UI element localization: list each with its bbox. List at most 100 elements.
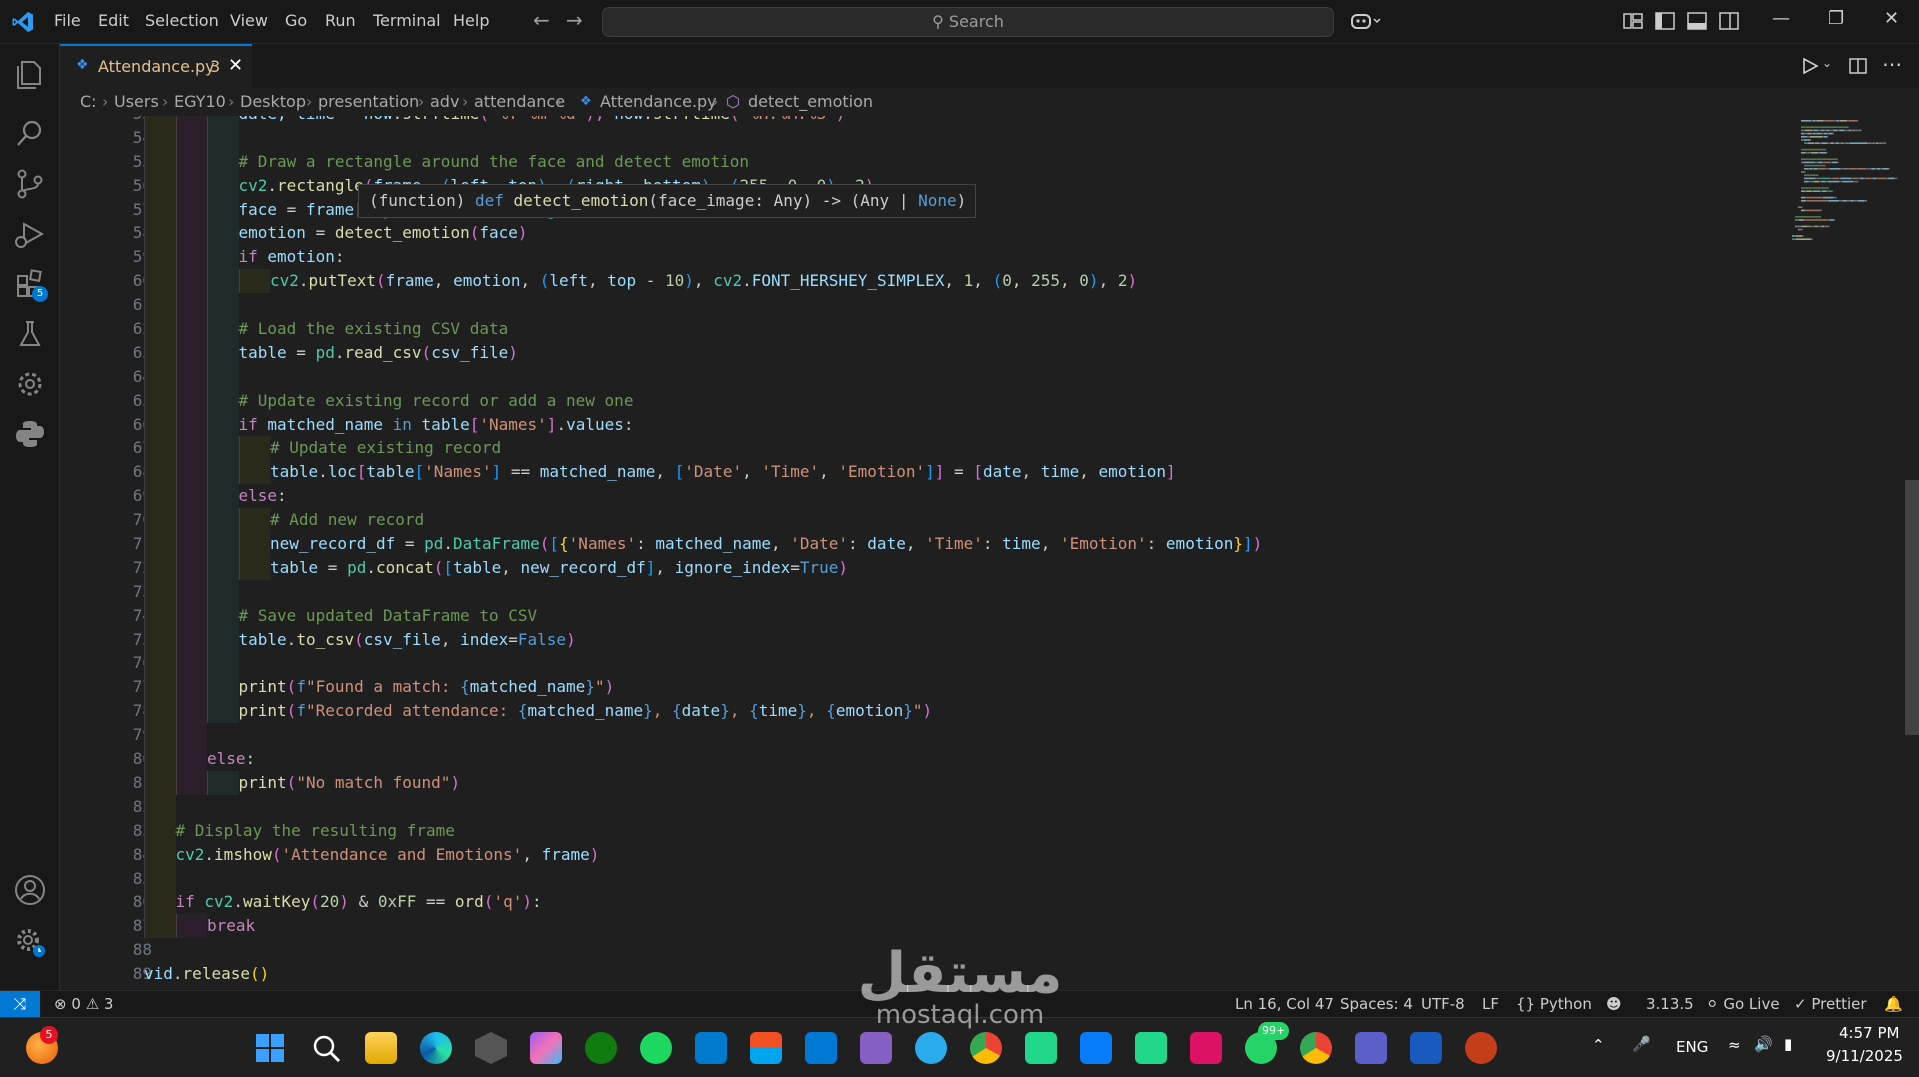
- xbox-icon[interactable]: [585, 1032, 617, 1064]
- start-windows-icon[interactable]: [254, 1032, 286, 1064]
- code-editor[interactable]: 5354 55 56 57 58 59 60 61 62 63 64 65 66 67 68 69 70 71 72…: [60, 116, 1919, 990]
- code-line[interactable]: # Save updated DataFrame to CSV: [144, 603, 1824, 628]
- copilot-status-icon[interactable]: ☻: [1606, 995, 1622, 1013]
- menu-edit[interactable]: Edit: [98, 11, 129, 30]
- app-hexagon-icon[interactable]: [475, 1032, 507, 1064]
- minimap[interactable]: [1790, 116, 1905, 316]
- go-live-button[interactable]: ⚪ Go Live: [1706, 995, 1780, 1013]
- vscode-logo-icon[interactable]: [10, 10, 36, 34]
- code-line[interactable]: # Update existing record or add a new on…: [144, 388, 1824, 413]
- code-line[interactable]: if emotion:: [144, 245, 1824, 270]
- azure-data-studio-icon[interactable]: [805, 1032, 837, 1064]
- crumb-adv[interactable]: adv: [430, 88, 459, 116]
- vscode-taskbar-icon[interactable]: [695, 1032, 727, 1064]
- toggle-primary-sidebar-icon[interactable]: [1654, 10, 1676, 32]
- clock-date[interactable]: 9/11/2025: [1826, 1047, 1903, 1065]
- code-line[interactable]: date, time = now.strftime('%Y-%m-%d'), n…: [144, 116, 1824, 126]
- microsoft-store-icon[interactable]: [750, 1032, 782, 1064]
- code-line[interactable]: table = pd.concat([table, new_record_df]…: [144, 555, 1824, 580]
- menu-view[interactable]: View: [230, 11, 268, 30]
- crumb-symbol[interactable]: detect_emotion: [748, 88, 873, 116]
- remote-indicator-icon[interactable]: ⤨: [0, 991, 40, 1018]
- code-line[interactable]: # Draw a rectangle around the face and d…: [144, 149, 1824, 174]
- testing-icon[interactable]: [12, 316, 48, 352]
- crumb-users[interactable]: Users: [114, 88, 159, 116]
- tab-close-icon[interactable]: ✕: [228, 55, 243, 76]
- code-line[interactable]: # Add new record: [144, 508, 1824, 533]
- restore-icon[interactable]: ❐: [1828, 8, 1844, 29]
- chrome-profile-icon[interactable]: [1300, 1032, 1332, 1064]
- code-line[interactable]: new_record_df = pd.DataFrame([{'Names': …: [144, 532, 1824, 556]
- spotify-icon[interactable]: [640, 1032, 672, 1064]
- language-mode[interactable]: {} Python: [1516, 995, 1592, 1013]
- customize-layout-icon[interactable]: [1622, 10, 1644, 32]
- crumb-desktop[interactable]: Desktop: [240, 88, 306, 116]
- menu-selection[interactable]: Selection: [145, 11, 219, 30]
- battery-icon[interactable]: ▮: [1784, 1035, 1792, 1053]
- cursor-position[interactable]: Ln 16, Col 47: [1235, 995, 1334, 1013]
- word-icon[interactable]: [1410, 1032, 1442, 1064]
- remote-explorer-icon[interactable]: [12, 366, 48, 402]
- code-line[interactable]: # Update existing record: [144, 436, 1824, 461]
- search-view-icon[interactable]: [12, 116, 48, 152]
- menu-go[interactable]: Go: [285, 11, 307, 30]
- python-interpreter-version[interactable]: 3.13.5: [1646, 995, 1694, 1013]
- menu-terminal[interactable]: Terminal: [373, 11, 441, 30]
- code-line[interactable]: print(f"Found a match: {matched_name}"): [144, 675, 1824, 700]
- menu-help[interactable]: Help: [453, 11, 489, 30]
- code-line[interactable]: [144, 866, 1824, 891]
- code-line[interactable]: [144, 293, 1824, 318]
- microphone-icon[interactable]: 🎤: [1632, 1035, 1651, 1053]
- chrome-icon[interactable]: [970, 1032, 1002, 1064]
- code-line[interactable]: cv2.putText(frame, emotion, (left, top -…: [144, 269, 1824, 294]
- toggle-panel-icon[interactable]: [1686, 10, 1708, 32]
- show-hidden-icons-chevron-icon[interactable]: ⌃: [1592, 1036, 1605, 1054]
- vertical-scrollbar[interactable]: [1905, 480, 1919, 735]
- code-line[interactable]: table = pd.read_csv(csv_file): [144, 340, 1824, 365]
- code-line[interactable]: else:: [144, 747, 1824, 771]
- close-icon[interactable]: ✕: [1884, 8, 1899, 29]
- split-editor-icon[interactable]: [1848, 56, 1868, 76]
- forward-arrow-icon[interactable]: →: [566, 8, 583, 32]
- pycharm-icon[interactable]: [1135, 1032, 1167, 1064]
- minimize-icon[interactable]: —: [1772, 8, 1790, 29]
- crumb-attendance[interactable]: attendance: [474, 88, 565, 116]
- menu-run[interactable]: Run: [325, 11, 356, 30]
- code-line[interactable]: [144, 364, 1824, 389]
- volume-icon[interactable]: 🔊: [1754, 1035, 1773, 1053]
- python-icon[interactable]: [12, 416, 48, 452]
- code-line[interactable]: # Load the existing CSV data: [144, 317, 1824, 341]
- telegram-icon[interactable]: [915, 1032, 947, 1064]
- code-line[interactable]: [144, 651, 1824, 676]
- code-line[interactable]: [144, 723, 1824, 748]
- accounts-icon[interactable]: [12, 872, 48, 908]
- code-line[interactable]: if matched_name in table['Names'].values…: [144, 412, 1824, 437]
- command-center-search[interactable]: ⚲ Search: [602, 7, 1334, 37]
- code-lines[interactable]: date, time = now.strftime('%Y-%m-%d'), n…: [144, 116, 1824, 990]
- code-line[interactable]: # Display the resulting frame: [144, 818, 1824, 843]
- crumb-egy10[interactable]: EGY10: [174, 88, 226, 116]
- code-line[interactable]: else:: [144, 484, 1824, 509]
- rider-icon[interactable]: [1190, 1032, 1222, 1064]
- code-line[interactable]: print("No match found"): [144, 770, 1824, 795]
- code-line[interactable]: cv2.imshow('Attendance and Emotions', fr…: [144, 842, 1824, 867]
- manage-gear-icon[interactable]: [12, 924, 48, 960]
- problems-indicator[interactable]: ⊗ 0 ⚠ 3: [54, 995, 113, 1013]
- code-line[interactable]: if cv2.waitKey(20) & 0xFF == ord('q'):: [144, 890, 1824, 915]
- run-debug-icon[interactable]: [12, 216, 48, 252]
- code-line[interactable]: break: [144, 914, 1824, 939]
- crumb-presentation[interactable]: presentation: [318, 88, 419, 116]
- run-python-file-icon[interactable]: [1800, 56, 1820, 76]
- taskbar-search-icon[interactable]: [310, 1032, 342, 1064]
- copilot-icon[interactable]: [1350, 10, 1382, 32]
- wifi-icon[interactable]: ≈: [1728, 1036, 1741, 1054]
- menu-file[interactable]: File: [54, 11, 81, 30]
- crumb-file[interactable]: Attendance.py: [600, 88, 717, 116]
- source-control-icon[interactable]: [12, 166, 48, 202]
- explorer-icon[interactable]: [12, 56, 48, 92]
- clock-time[interactable]: 4:57 PM: [1839, 1024, 1899, 1042]
- encoding[interactable]: UTF-8: [1421, 995, 1465, 1013]
- code-line[interactable]: table.loc[table['Names'] == matched_name…: [144, 460, 1824, 485]
- file-explorer-icon[interactable]: [365, 1032, 397, 1064]
- input-language[interactable]: ENG: [1676, 1038, 1708, 1056]
